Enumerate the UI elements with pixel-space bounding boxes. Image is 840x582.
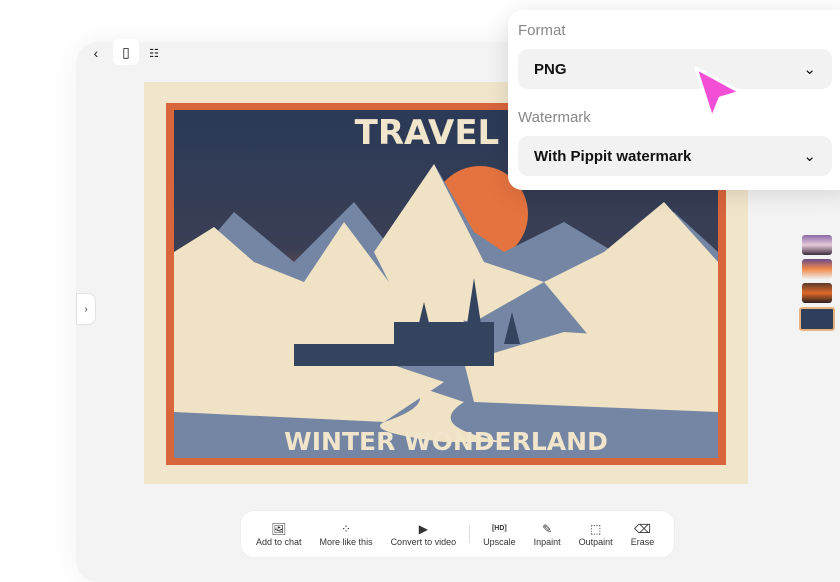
thumbnail[interactable]: [802, 283, 832, 303]
action-label: Upscale: [483, 537, 516, 547]
grid-icon: ☷: [149, 47, 159, 60]
chevron-right-icon: ›: [84, 303, 88, 315]
inpaint-button[interactable]: ✎ Inpaint: [525, 521, 570, 547]
divider: [469, 525, 471, 543]
image-add-icon: 🖼: [271, 522, 287, 536]
action-label: Convert to video: [390, 537, 457, 547]
back-button[interactable]: ‹: [85, 42, 107, 64]
thumbnail-selected[interactable]: [799, 307, 835, 331]
play-icon: ▶︎: [418, 522, 428, 536]
erase-button[interactable]: ⌫ Erase: [622, 521, 664, 547]
add-to-chat-button[interactable]: 🖼 Add to chat: [247, 521, 311, 547]
export-settings-popover: Format PNG ⌄ Watermark With Pippit waterm…: [508, 10, 840, 190]
cursor-pointer-icon: [694, 66, 742, 120]
chevron-down-icon: ⌄: [803, 148, 816, 165]
thumbnail-strip: [799, 235, 835, 335]
action-label: Outpaint: [578, 537, 613, 547]
watermark-value: With Pippit watermark: [534, 147, 692, 165]
action-toolbar: 🖼 Add to chat ⁘ More like this ▶︎ Convert t…: [240, 510, 675, 558]
hd-icon: [HD]: [491, 525, 507, 532]
chevron-down-icon: ⌄: [803, 61, 816, 78]
brush-icon: ✎: [542, 522, 553, 536]
upscale-button[interactable]: [HD] Upscale: [474, 521, 525, 547]
expand-sidebar-button[interactable]: ›: [76, 293, 96, 325]
format-label: Format: [518, 22, 566, 39]
grid-view-button[interactable]: ☷: [143, 42, 165, 64]
action-label: Inpaint: [533, 537, 561, 547]
format-value: PNG: [534, 60, 567, 78]
variations-icon: ⁘: [341, 522, 352, 536]
watermark-label: Watermark: [518, 109, 591, 126]
poster-title-bottom: WINTER WONDERLAND: [284, 427, 608, 456]
watermark-select[interactable]: With Pippit watermark ⌄: [518, 136, 832, 176]
eraser-icon: ⌫: [633, 522, 651, 536]
single-view-icon: ▯: [122, 43, 130, 60]
outpaint-button[interactable]: ⬚ Outpaint: [570, 521, 622, 547]
convert-to-video-button[interactable]: ▶︎ Convert to video: [382, 521, 466, 547]
action-label: Erase: [630, 537, 655, 547]
thumbnail[interactable]: [802, 259, 832, 279]
format-select[interactable]: PNG ⌄: [518, 49, 832, 89]
thumbnail[interactable]: [802, 235, 832, 255]
more-like-this-button[interactable]: ⁘ More like this: [311, 521, 382, 547]
action-label: Add to chat: [256, 537, 302, 547]
expand-icon: ⬚: [590, 522, 602, 536]
chevron-left-icon: ‹: [93, 45, 99, 61]
action-label: More like this: [319, 537, 373, 547]
single-view-button[interactable]: ▯: [113, 39, 139, 65]
